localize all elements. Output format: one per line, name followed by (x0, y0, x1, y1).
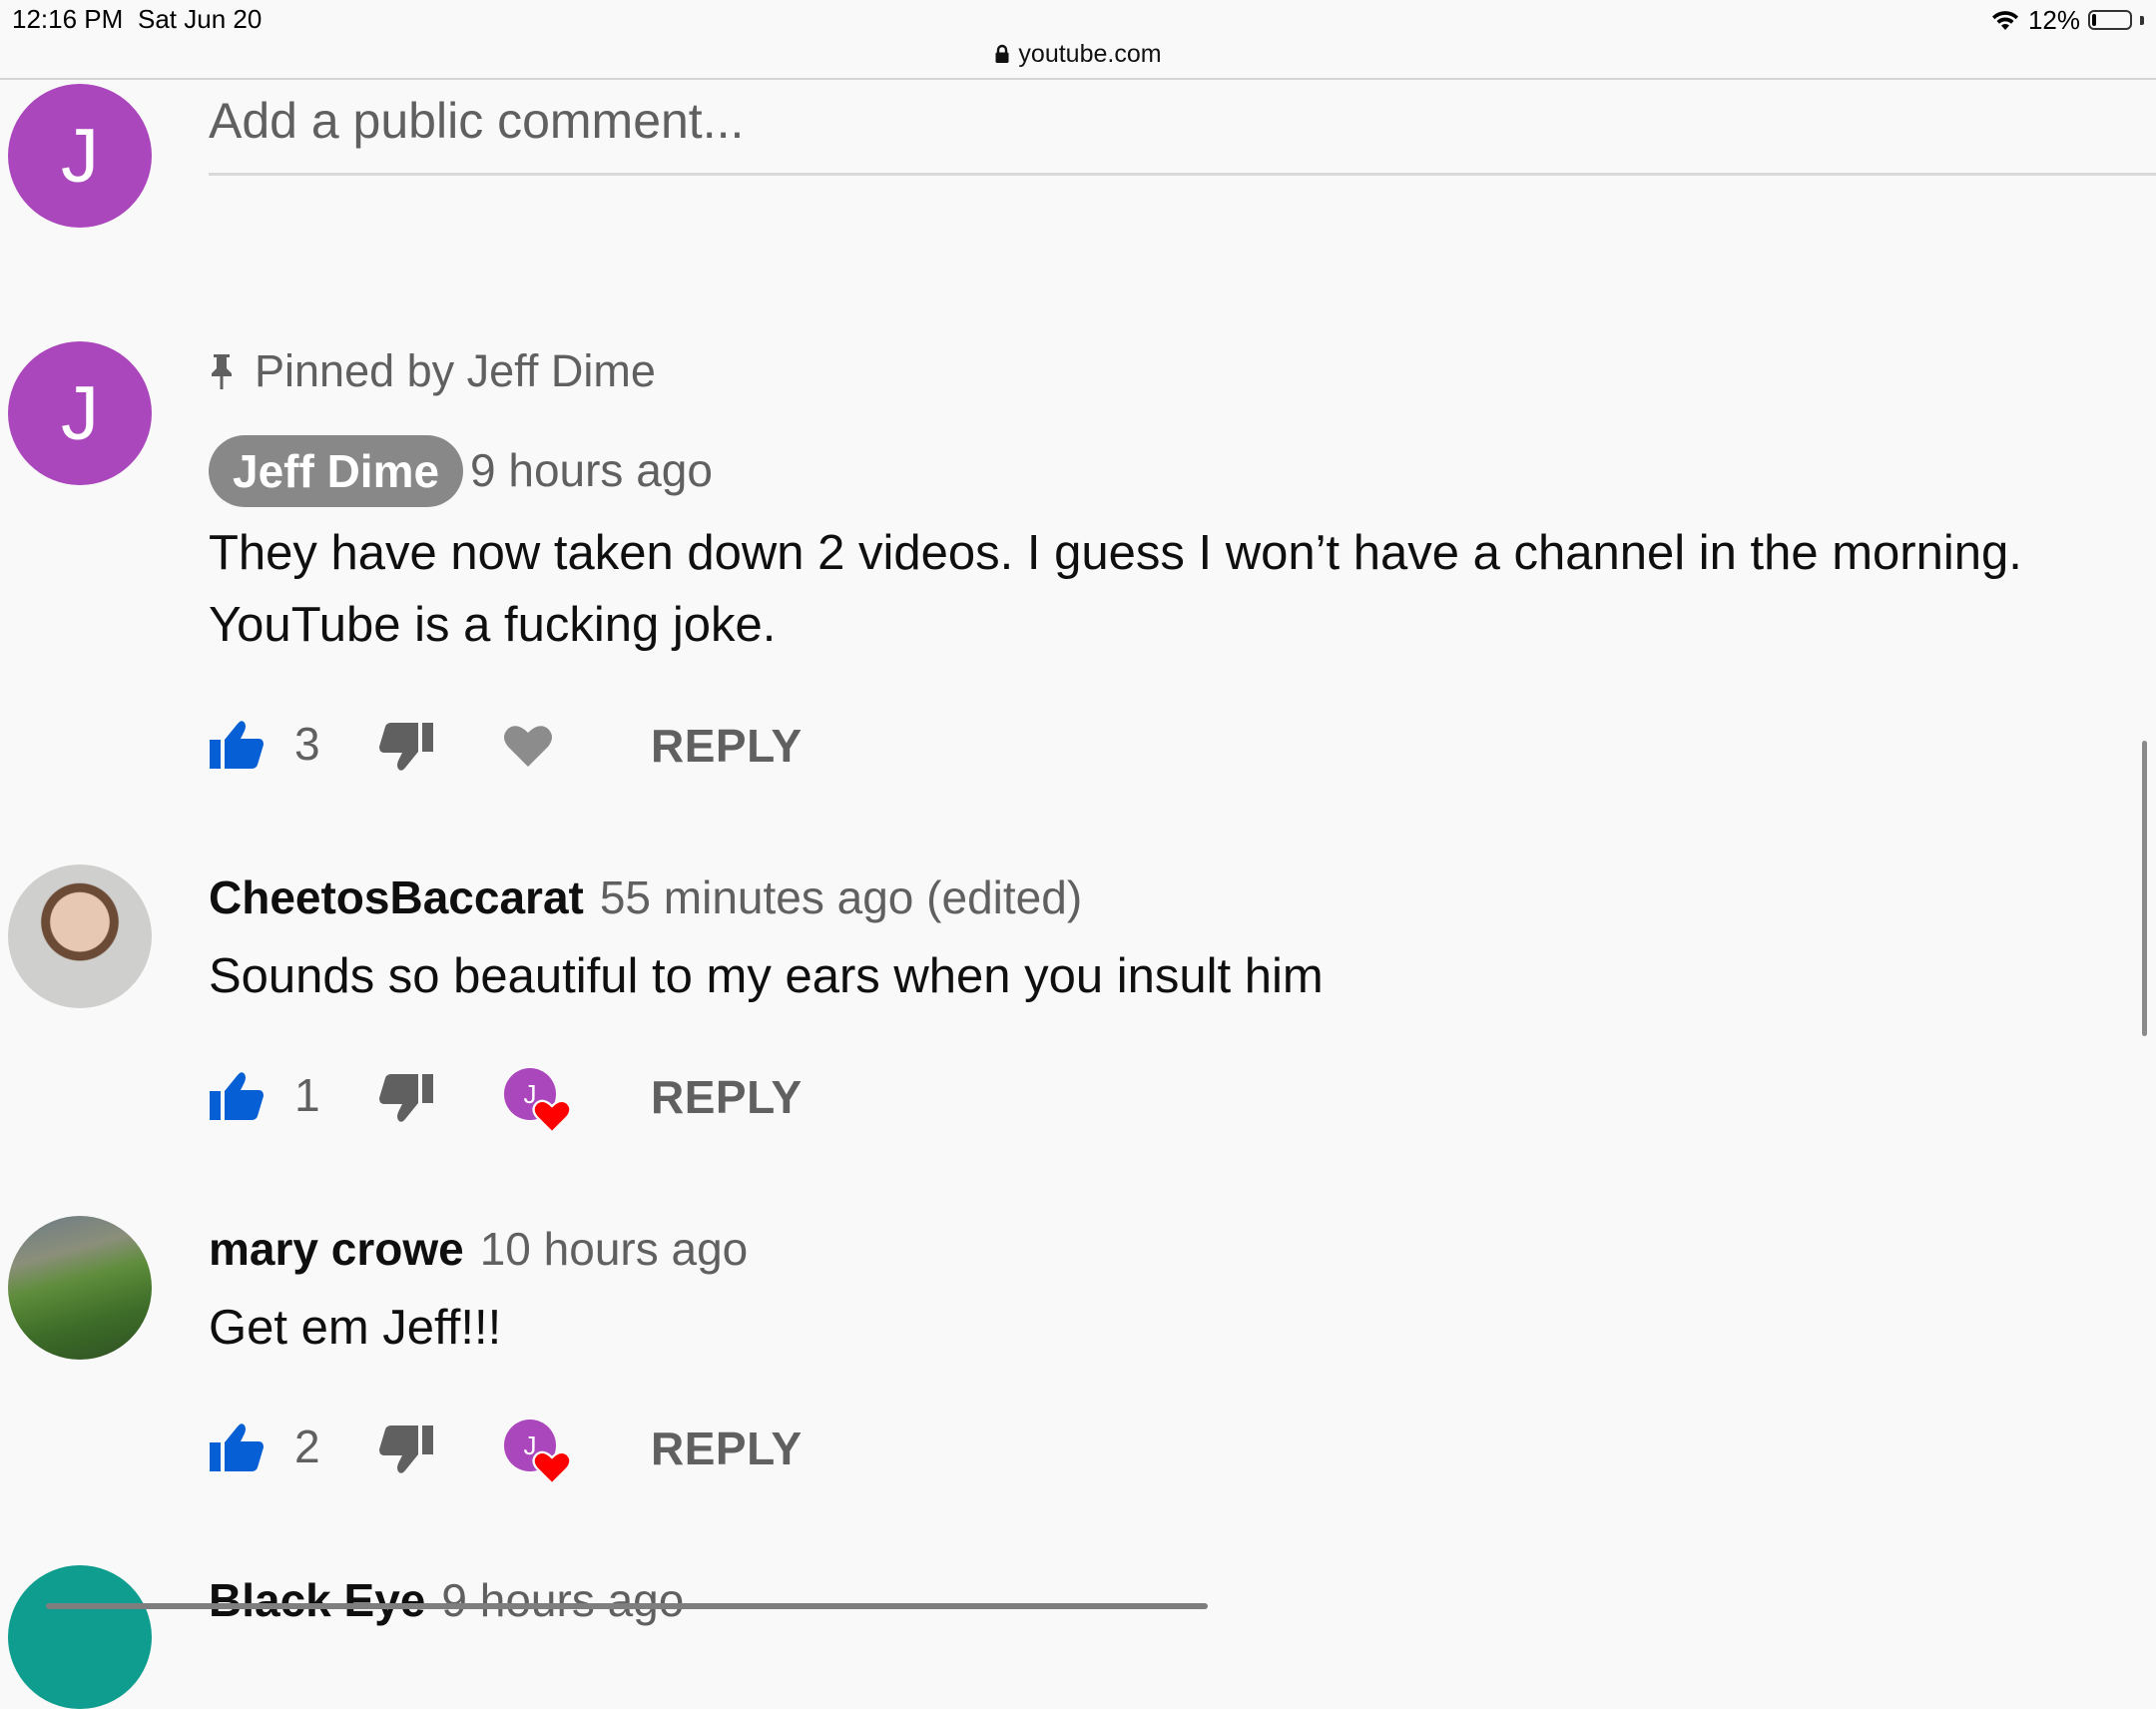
author-name[interactable]: CheetosBaccarat (209, 870, 584, 924)
url-text: youtube.com (1018, 39, 1162, 68)
url-bar[interactable]: youtube.com (0, 36, 2156, 72)
comment-time: 10 hours ago (479, 1223, 749, 1275)
battery-tip (2140, 15, 2144, 25)
like-count: 2 (294, 1421, 320, 1472)
status-indicators: 12% (1990, 4, 2144, 36)
reply-button[interactable]: REPLY (651, 719, 803, 773)
thumbs-up-icon (210, 721, 264, 769)
comment-avatar[interactable] (8, 864, 152, 1008)
creator-heart[interactable]: J (504, 1420, 576, 1487)
comment-header: Black Eye 9 hours ago (209, 1573, 684, 1627)
thumbs-up-icon (210, 1424, 264, 1471)
status-date: Sat Jun 20 (138, 4, 263, 34)
pin-icon (212, 354, 232, 389)
author-name[interactable]: Jeff Dime (209, 435, 464, 507)
battery-percent: 12% (2027, 4, 2080, 35)
dislike-button[interactable] (378, 1072, 434, 1129)
thumbs-up-icon (210, 1072, 264, 1120)
like-button[interactable] (209, 1070, 265, 1127)
heart-icon (504, 726, 552, 767)
comment-avatar[interactable]: J (8, 341, 152, 485)
battery-icon (2088, 10, 2132, 30)
user-avatar: J (8, 84, 152, 228)
comment-input-underline (209, 173, 2156, 176)
comment-text: Sounds so beautiful to my ears when you … (209, 949, 1324, 1003)
reply-button[interactable]: REPLY (651, 1422, 803, 1475)
vertical-scrollbar[interactable] (2142, 741, 2147, 1036)
thumbs-down-icon (379, 1425, 433, 1473)
heart-icon (532, 1099, 572, 1134)
comment-text: They have now taken down 2 videos. I gue… (209, 526, 2022, 580)
author-name[interactable]: mary crowe (209, 1222, 464, 1276)
reply-button[interactable]: REPLY (651, 1070, 803, 1124)
comment-header: CheetosBaccarat 55 minutes ago (edited) (209, 870, 1082, 924)
creator-heart[interactable]: J (504, 1068, 576, 1136)
home-indicator[interactable] (46, 1603, 1208, 1609)
dislike-button[interactable] (378, 1424, 434, 1480)
pinned-label: Pinned by Jeff Dime (209, 345, 656, 397)
comment-text: YouTube is a fucking joke. (209, 598, 777, 652)
add-comment-input[interactable]: Add a public comment... (209, 92, 744, 150)
heart-button[interactable] (502, 723, 554, 774)
like-count: 1 (294, 1069, 320, 1121)
status-time: 12:16 PM (12, 4, 124, 34)
comment-avatar[interactable] (8, 1216, 152, 1360)
toolbar-divider (0, 78, 2156, 80)
wifi-icon (1991, 11, 2018, 30)
lock-icon (995, 44, 1009, 63)
like-button[interactable] (209, 1422, 265, 1478)
like-count: 3 (294, 718, 320, 770)
comment-time: 55 minutes ago (edited) (599, 871, 1083, 923)
comment-header: mary crowe 10 hours ago (209, 1222, 748, 1276)
thumbs-down-icon (379, 723, 433, 771)
thumbs-down-icon (379, 1074, 433, 1122)
comment-time: 9 hours ago (441, 1574, 685, 1626)
comment-time: 9 hours ago (470, 444, 713, 496)
comment-avatar[interactable] (8, 1565, 152, 1709)
author-name[interactable]: Black Eye (209, 1573, 425, 1627)
like-button[interactable] (209, 719, 265, 776)
heart-icon (532, 1450, 572, 1485)
comment-text: Get em Jeff!!! (209, 1301, 502, 1355)
dislike-button[interactable] (378, 721, 434, 778)
